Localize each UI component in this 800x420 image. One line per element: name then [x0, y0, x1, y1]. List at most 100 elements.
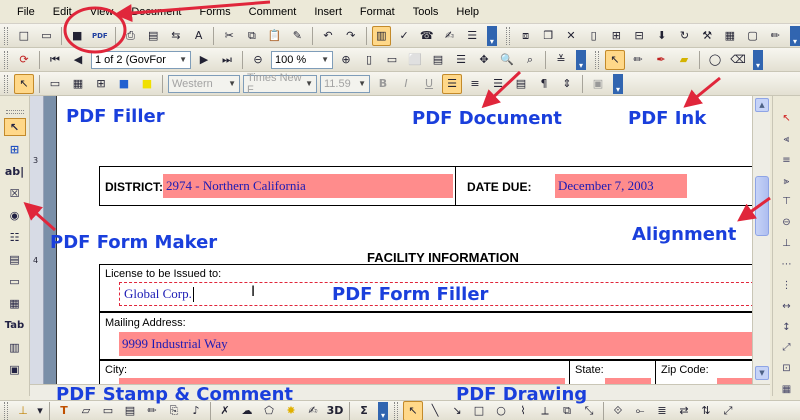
previous-page-icon[interactable]: ◀: [68, 50, 88, 70]
text-export-icon[interactable]: A: [189, 26, 209, 46]
eraser-icon[interactable]: ⌫: [728, 50, 748, 70]
barcode-icon[interactable]: ▥: [4, 338, 26, 356]
last-page-icon[interactable]: ⏭: [217, 50, 237, 70]
remove-page-icon[interactable]: ⊟: [629, 26, 649, 46]
paste-icon[interactable]: 📋: [265, 26, 285, 46]
align-left-icon[interactable]: ⫷: [779, 133, 795, 146]
format-options-icon[interactable]: ▣: [588, 74, 608, 94]
bold-icon[interactable]: B: [373, 74, 393, 94]
menu-help[interactable]: Help: [447, 0, 488, 24]
arrange-icon[interactable]: ⟐: [608, 401, 628, 420]
export-icon[interactable]: ⇆: [166, 26, 186, 46]
align-center-icon[interactable]: ≡: [779, 154, 795, 167]
align-top-icon[interactable]: ⊤: [779, 195, 795, 208]
menu-format[interactable]: Format: [351, 0, 404, 24]
align-middle-icon[interactable]: ⊖: [779, 216, 795, 229]
menu-insert[interactable]: Insert: [305, 0, 351, 24]
toolbar-grip[interactable]: [394, 401, 398, 420]
toolbar-grip[interactable]: [595, 50, 599, 69]
toolbar-overflow-icon[interactable]: ▾: [576, 49, 586, 70]
edit-page-icon[interactable]: ✏: [765, 26, 785, 46]
center-page-icon[interactable]: ⊡: [779, 362, 795, 375]
toolbar-overflow-icon[interactable]: ▾: [613, 73, 623, 94]
district-field[interactable]: 2974 - Northern California: [163, 174, 453, 198]
3d-button[interactable]: 3D: [325, 401, 345, 420]
highlight-color-icon[interactable]: ■: [137, 74, 157, 94]
fax-icon[interactable]: ☎: [417, 26, 437, 46]
spell-check-icon[interactable]: ✓: [394, 26, 414, 46]
line-spacing-icon[interactable]: ⇕: [557, 74, 577, 94]
toolbar-overflow-icon[interactable]: ▾: [753, 49, 763, 70]
form-mode-icon[interactable]: ▥: [371, 25, 392, 46]
menu-comment[interactable]: Comment: [240, 0, 306, 24]
copy-page-icon[interactable]: ❐: [538, 26, 558, 46]
sign-icon[interactable]: ✍: [303, 401, 323, 420]
menu-tools[interactable]: Tools: [404, 0, 448, 24]
italic-icon[interactable]: I: [396, 74, 416, 94]
menu-edit[interactable]: Edit: [44, 0, 81, 24]
copy-icon[interactable]: ⧉: [242, 26, 262, 46]
button-tool-icon[interactable]: ▭: [4, 272, 26, 290]
highlighter-icon[interactable]: ▰: [674, 50, 694, 70]
toolbar-overflow-icon[interactable]: ▾: [486, 25, 497, 46]
font-size-combo[interactable]: 11.59 ▼: [320, 74, 370, 93]
width-icon[interactable]: ⇄: [674, 401, 694, 420]
blank-page-icon[interactable]: ▢: [743, 26, 763, 46]
pen-icon[interactable]: ✒: [651, 50, 671, 70]
page-icon[interactable]: ▯: [584, 26, 604, 46]
combo-box-icon[interactable]: ▤: [4, 250, 26, 268]
align-right-icon[interactable]: ☰: [488, 74, 508, 94]
select-arrow-icon[interactable]: ↖: [403, 400, 423, 420]
menu-file[interactable]: File: [8, 0, 44, 24]
page-layout-icon[interactable]: ▦: [720, 26, 740, 46]
distribute-horizontal-icon[interactable]: ⋯: [779, 258, 795, 271]
checkbox-icon[interactable]: ☒: [4, 184, 26, 202]
toolbar-grip[interactable]: [5, 110, 24, 114]
mailing-address-field[interactable]: 9999 Industrial Way: [119, 332, 752, 356]
layers-icon[interactable]: ☰: [451, 50, 471, 70]
zoom-in-icon[interactable]: ⊕: [336, 50, 356, 70]
add-field-icon[interactable]: ⊞: [4, 140, 26, 158]
menu-document[interactable]: Document: [122, 0, 190, 24]
move-down-icon[interactable]: ⬇: [652, 26, 672, 46]
lasso-icon[interactable]: ◯: [705, 50, 725, 70]
select-red-arrow-icon[interactable]: ↖: [779, 112, 795, 125]
scroll-up-icon[interactable]: ▲: [755, 98, 769, 112]
order-icon[interactable]: ≣: [652, 401, 672, 420]
grid-icon[interactable]: ▦: [68, 74, 88, 94]
tools-icon[interactable]: ⚒: [697, 26, 717, 46]
align-left-icon[interactable]: ☰: [442, 73, 462, 94]
next-page-icon[interactable]: ▶: [194, 50, 214, 70]
page-number-combo[interactable]: 1 of 2 (GovFor ▼: [91, 50, 191, 69]
list-icon[interactable]: ☰: [462, 26, 482, 46]
pencil-icon[interactable]: ✏: [628, 50, 648, 70]
properties-icon[interactable]: ▣: [4, 360, 26, 378]
select-arrow-icon[interactable]: ↖: [3, 118, 26, 136]
image-field-icon[interactable]: ▦: [4, 294, 26, 312]
toolbar-grip[interactable]: [4, 26, 8, 45]
encoding-combo[interactable]: Western ▼: [168, 74, 240, 93]
align-objects-icon[interactable]: ⟜: [630, 401, 650, 420]
scroll-thumb[interactable]: [755, 176, 769, 236]
stamp-icon[interactable]: ⊥: [13, 401, 33, 420]
chevron-down-icon[interactable]: ▾: [35, 401, 45, 420]
distribute-vertical-icon[interactable]: ⋮: [779, 279, 795, 292]
date-due-field[interactable]: December 7, 2003: [555, 174, 687, 198]
toolbar-overflow-icon[interactable]: ▾: [378, 401, 388, 420]
tab-order-button[interactable]: Tab: [4, 316, 26, 334]
menu-view[interactable]: View: [81, 0, 123, 24]
continuous-icon[interactable]: ▤: [428, 50, 448, 70]
save-icon[interactable]: ■: [67, 26, 87, 46]
line-icon[interactable]: ╲: [425, 401, 445, 420]
vertical-scrollbar[interactable]: ▲ ▼: [752, 96, 770, 384]
fit-width-icon[interactable]: ⬜: [405, 50, 425, 70]
resize-icon[interactable]: ⤢: [718, 401, 738, 420]
new-icon[interactable]: □: [14, 26, 34, 46]
toolbar-grip[interactable]: [4, 401, 8, 420]
select-arrow-icon[interactable]: ↖: [14, 73, 34, 94]
same-size-icon[interactable]: ⤢: [779, 341, 795, 354]
rotate-icon[interactable]: ↻: [675, 26, 695, 46]
undo-icon[interactable]: ↶: [318, 26, 338, 46]
same-height-icon[interactable]: ↕: [779, 321, 795, 334]
zoom-tool-icon[interactable]: 🔍: [497, 50, 517, 70]
